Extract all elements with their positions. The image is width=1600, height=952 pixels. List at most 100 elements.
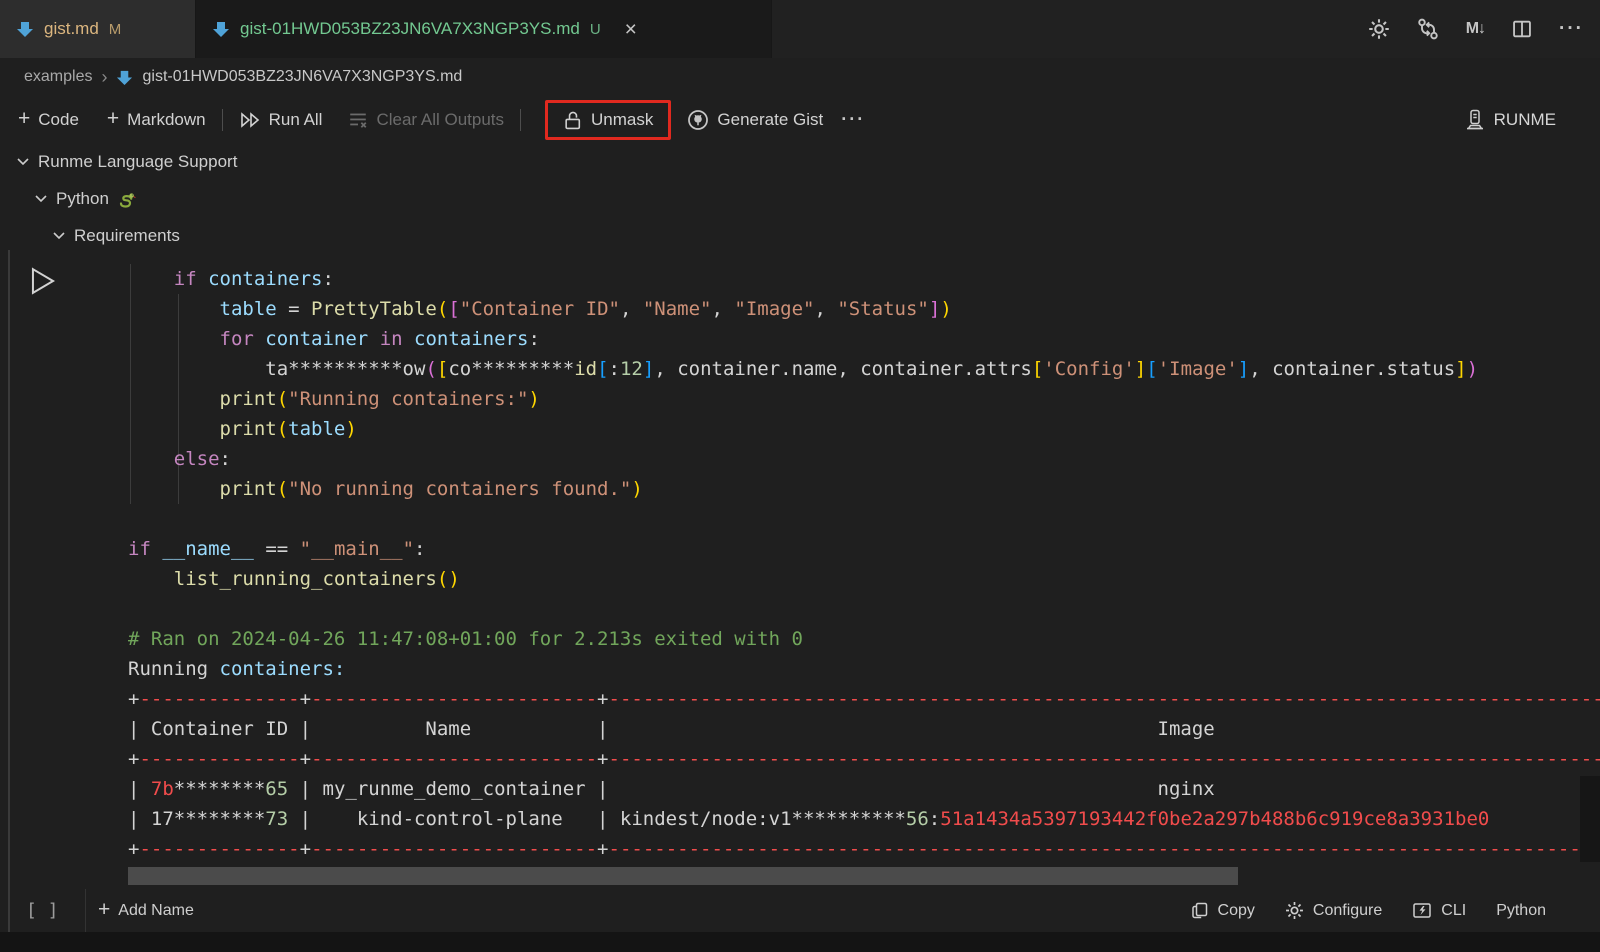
add-markdown-cell-button[interactable]: + Markdown (107, 110, 206, 130)
unlock-icon (563, 110, 583, 130)
tab-label: gist.md (44, 19, 99, 39)
add-code-label: Code (38, 110, 79, 130)
close-icon[interactable]: × (625, 19, 637, 40)
generate-gist-button[interactable]: Generate Gist (687, 109, 823, 131)
cell-focus-border (8, 250, 10, 932)
plus-icon: + (107, 108, 119, 129)
horizontal-scrollbar[interactable] (128, 867, 1238, 885)
runme-extension-button[interactable]: RUNME (1465, 96, 1556, 143)
unmask-button-highlighted[interactable]: Unmask (545, 100, 671, 140)
chevron-down-icon[interactable] (52, 230, 66, 241)
run-all-button[interactable]: Run All (239, 110, 323, 130)
cell-status-bar: [ ] + Add Name Copy (0, 889, 1600, 932)
notebook-code-cell: if containers: table = PrettyTable(["Con… (0, 250, 1600, 932)
tab-bar: gist.md M gist-01HWD053BZ23JN6VA7X3NGP3Y… (0, 0, 1600, 58)
code-line: if containers: (128, 264, 1600, 294)
output-vertical-scrollbar[interactable] (1580, 776, 1600, 862)
output-line: +--------------+------------------------… (128, 834, 1600, 864)
plus-icon: + (18, 108, 30, 129)
breadcrumb-separator: › (101, 67, 107, 88)
chevron-down-icon[interactable] (34, 193, 48, 204)
snake-emoji (117, 190, 137, 208)
cell-state-icon[interactable]: [ ] (26, 900, 59, 921)
output-line: | 17********73 | kind-control-plane | ki… (128, 804, 1600, 834)
configure-button[interactable]: Configure (1285, 901, 1382, 920)
tab-gist-md[interactable]: gist.md M (0, 0, 196, 58)
github-octocat-icon (687, 109, 709, 131)
notebook-outline: Runme Language Support Python Requiremen… (0, 143, 1600, 254)
cell-language-picker[interactable]: Python (1496, 902, 1546, 920)
code-line (128, 504, 1600, 534)
window-bottom-strip (0, 932, 1600, 952)
add-markdown-label: Markdown (127, 110, 205, 130)
configure-label: Configure (1313, 902, 1382, 920)
run-all-icon (239, 110, 261, 130)
outline-item-runme-language-support[interactable]: Runme Language Support (0, 143, 1600, 180)
code-line: print("No running containers found.") (128, 474, 1600, 504)
output-line: # Ran on 2024-04-26 11:47:08+01:00 for 2… (128, 624, 1600, 654)
add-name-label: Add Name (118, 902, 194, 920)
tab-gist-generated-md[interactable]: gist-01HWD053BZ23JN6VA7X3NGP3YS.md U × (196, 0, 772, 58)
clear-all-outputs-button[interactable]: Clear All Outputs (348, 110, 504, 130)
breadcrumb-folder[interactable]: examples (24, 68, 92, 86)
run-all-label: Run All (269, 110, 323, 130)
run-cell-button[interactable] (30, 266, 56, 296)
copy-label: Copy (1218, 902, 1255, 920)
code-line: else: (128, 444, 1600, 474)
breadcrumb: examples › gist-01HWD053BZ23JN6VA7X3NGP3… (0, 58, 1600, 96)
copy-button[interactable]: Copy (1190, 901, 1255, 920)
split-editor-icon[interactable] (1511, 18, 1533, 40)
cli-button[interactable]: CLI (1412, 901, 1466, 920)
code-line: print(table) (128, 414, 1600, 444)
output-line: | 7b********65 | my_runme_demo_container… (128, 774, 1600, 804)
outline-label: Runme Language Support (38, 152, 237, 172)
code-line: table = PrettyTable(["Container ID", "Na… (128, 294, 1600, 324)
plus-icon: + (98, 899, 110, 920)
breadcrumb-file[interactable]: gist-01HWD053BZ23JN6VA7X3NGP3YS.md (142, 68, 462, 86)
unmask-label: Unmask (591, 110, 653, 130)
add-code-cell-button[interactable]: + Code (18, 110, 79, 130)
output-line: Running containers: (128, 654, 1600, 684)
output-line: +--------------+------------------------… (128, 684, 1600, 714)
git-modified-badge: M (109, 21, 122, 38)
outline-item-python[interactable]: Python (0, 180, 1600, 217)
tab-label: gist-01HWD053BZ23JN6VA7X3NGP3YS.md (240, 19, 580, 39)
runme-label: RUNME (1494, 110, 1556, 130)
clear-all-outputs-label: Clear All Outputs (376, 110, 504, 130)
toolbar-divider (222, 109, 223, 131)
outline-item-requirements[interactable]: Requirements (0, 217, 1600, 254)
chevron-down-icon[interactable] (16, 156, 30, 167)
code-line: list_running_containers() (128, 564, 1600, 594)
cell-actions: Copy Configure CLI (1190, 901, 1546, 920)
notebook-toolbar: + Code + Markdown Run All Clear All Ou (0, 96, 1600, 143)
markdown-file-icon (212, 20, 230, 38)
git-untracked-badge: U (590, 21, 601, 38)
code-line: print("Running containers:") (128, 384, 1600, 414)
copy-icon (1190, 901, 1209, 920)
settings-gear-icon[interactable] (1368, 18, 1390, 40)
markdown-file-icon (116, 69, 133, 86)
add-name-button[interactable]: + Add Name (98, 901, 194, 920)
markdown-file-icon (16, 20, 34, 38)
vscode-window: gist.md M gist-01HWD053BZ23JN6VA7X3NGP3Y… (0, 0, 1600, 952)
outline-label: Python (56, 189, 109, 209)
runme-logo-icon (1465, 109, 1485, 131)
clear-outputs-icon (348, 110, 368, 130)
more-toolbar-actions[interactable]: ··· (841, 109, 865, 130)
cell-output: # Ran on 2024-04-26 11:47:08+01:00 for 2… (128, 624, 1600, 864)
language-label: Python (1496, 902, 1546, 920)
outline-label: Requirements (74, 226, 180, 246)
more-actions-icon[interactable]: ··· (1559, 18, 1584, 40)
code-line: if __name__ == "__main__": (128, 534, 1600, 564)
output-line: +--------------+------------------------… (128, 744, 1600, 774)
code-editor[interactable]: if containers: table = PrettyTable(["Con… (128, 264, 1600, 594)
cli-terminal-icon (1412, 901, 1432, 920)
toolbar-divider (520, 109, 521, 131)
compare-changes-icon[interactable] (1416, 17, 1440, 41)
gear-icon (1285, 901, 1304, 920)
output-line: | Container ID | Name | Image (128, 714, 1600, 744)
markdown-preview-icon[interactable]: M↓ (1466, 20, 1485, 38)
generate-gist-label: Generate Gist (717, 110, 823, 130)
code-line: for container in containers: (128, 324, 1600, 354)
code-line: ta**********ow([co*********id[:12], cont… (128, 354, 1600, 384)
